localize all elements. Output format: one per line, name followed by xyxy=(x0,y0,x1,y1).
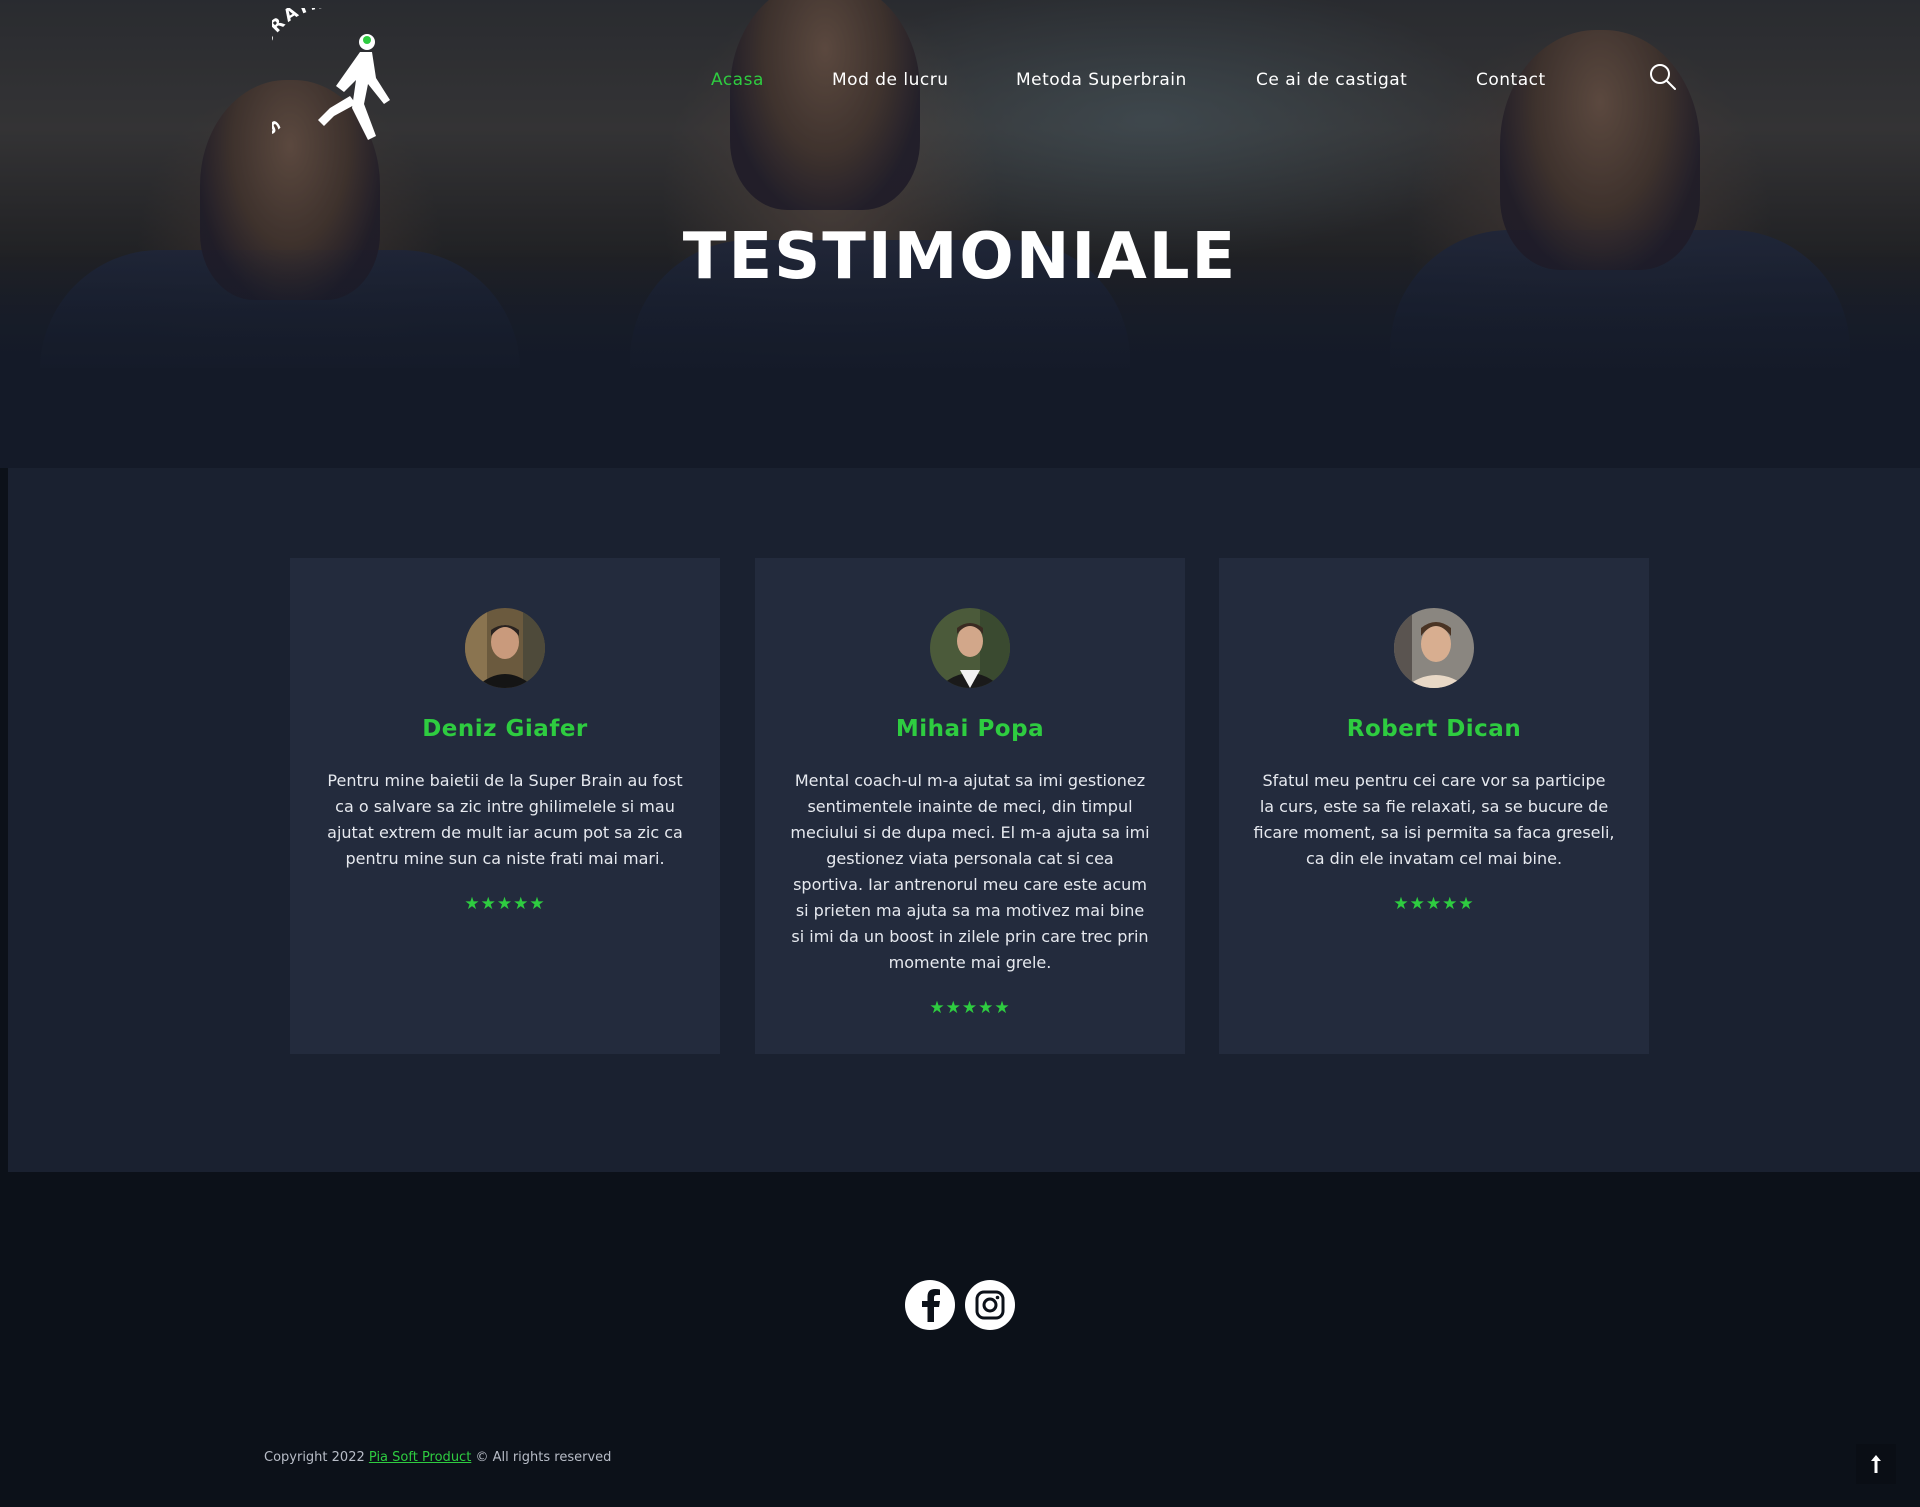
arrow-up-icon xyxy=(1871,1455,1881,1473)
testimonial-text: Pentru mine baietii de la Super Brain au… xyxy=(327,771,683,868)
nav-item-contact[interactable]: Contact xyxy=(1476,70,1546,90)
copyright: Copyright 2022 Pia Soft Product © All ri… xyxy=(264,1450,611,1465)
rating-stars: ★★★★★ xyxy=(1393,894,1475,914)
search-button[interactable] xyxy=(1648,62,1678,92)
avatar xyxy=(930,608,1010,688)
avatar xyxy=(465,608,545,688)
hero-banner: SUPER BRAIN Acasa Mod de lucru Metoda Su… xyxy=(0,0,1920,368)
section-spacer xyxy=(0,368,1920,468)
testimonial-card: Mihai Popa Mental coach-ul m-a ajutat sa… xyxy=(755,558,1185,1054)
instagram-link[interactable] xyxy=(965,1280,1015,1330)
testimonial-card: Robert Dican Sfatul meu pentru cei care … xyxy=(1219,558,1649,1054)
nav-item-mod-de-lucru[interactable]: Mod de lucru xyxy=(832,70,949,90)
site-logo[interactable]: SUPER BRAIN xyxy=(246,0,402,150)
nav-item-acasa[interactable]: Acasa xyxy=(711,70,764,90)
testimonial-name: Robert Dican xyxy=(1346,716,1522,742)
copyright-prefix: Copyright 2022 xyxy=(264,1450,365,1465)
page-title: TESTIMONIALE xyxy=(682,220,1238,294)
testimonial-text: Sfatul meu pentru cei care vor sa partic… xyxy=(1253,771,1615,868)
logo-runner-icon: SUPER BRAIN xyxy=(246,0,390,140)
scroll-to-top-button[interactable] xyxy=(1856,1444,1896,1484)
nav-item-ce-ai-de-castigat[interactable]: Ce ai de castigat xyxy=(1256,70,1407,90)
avatar xyxy=(1394,608,1474,688)
copyright-brand-link[interactable]: Pia Soft Product xyxy=(369,1450,471,1465)
nav-item-metoda-superbrain[interactable]: Metoda Superbrain xyxy=(1016,70,1187,90)
testimonial-name: Deniz Giafer xyxy=(422,716,588,742)
facebook-icon xyxy=(922,1289,940,1322)
testimonial-card: Deniz Giafer Pentru mine baietii de la S… xyxy=(290,558,720,1054)
testimonial-name: Mihai Popa xyxy=(895,716,1045,742)
rating-stars: ★★★★★ xyxy=(929,998,1011,1018)
search-icon xyxy=(1650,64,1676,90)
rating-stars: ★★★★★ xyxy=(464,894,546,914)
testimonial-text: Mental coach-ul m-a ajutat sa imi gestio… xyxy=(790,771,1150,972)
facebook-link[interactable] xyxy=(905,1280,955,1330)
copyright-suffix: © All rights reserved xyxy=(475,1450,612,1465)
instagram-icon xyxy=(975,1290,1005,1320)
